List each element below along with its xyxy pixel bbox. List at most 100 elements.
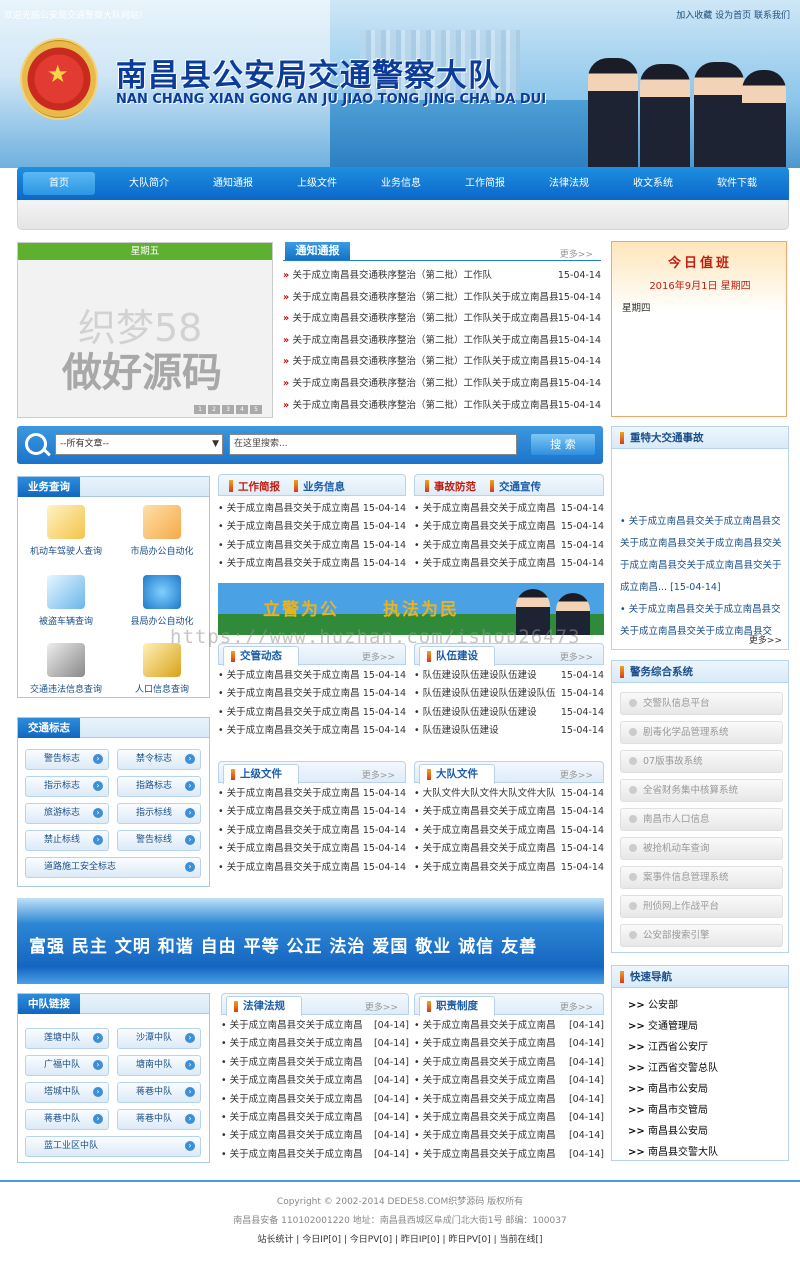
list-item[interactable]: 15-04-14关于成立南昌县交关于成立南昌 [218, 537, 406, 555]
quick-link[interactable]: >> 南昌县公安局 [628, 1122, 708, 1137]
sign-link[interactable]: 警告标志 [25, 749, 109, 770]
squad-link[interactable]: 蒋巷中队 [117, 1109, 201, 1130]
more-link[interactable]: 更多>> [560, 247, 593, 260]
squad-link[interactable]: 莲塘中队 [25, 1028, 109, 1049]
list-item[interactable]: 15-04-14关于成立南昌县交关于成立南昌 [414, 555, 604, 573]
squad-link[interactable]: 蒋巷中队 [25, 1109, 109, 1130]
list-item[interactable]: 15-04-14关于成立南昌县交关于成立南昌 [218, 859, 406, 877]
population-query-link[interactable]: 人口信息查询 [114, 643, 210, 695]
tab-superior-docs[interactable]: 上级文件 [223, 764, 299, 784]
list-item[interactable]: 15-04-14关于成立南昌县交关于成立南昌 [218, 667, 406, 685]
list-item[interactable]: 15-04-14关于成立南昌县交关于成立南昌 [218, 785, 406, 803]
stolen-car-query-link[interactable]: 被盗车辆查询 [18, 575, 114, 627]
list-item[interactable]: 15-04-14关于成立南昌县交关于成立南昌 [218, 518, 406, 536]
system-link[interactable]: 全省财务集中核算系统 [620, 779, 783, 802]
list-item[interactable]: [04-14] 关于成立南昌县交关于成立南昌 [414, 1146, 604, 1164]
system-link[interactable]: 公安部搜索引擎 [620, 924, 783, 947]
quick-link[interactable]: >> 江西省公安厅 [628, 1038, 708, 1053]
more-link[interactable]: 更多>> [362, 768, 395, 781]
sign-link[interactable]: 道路施工安全标志 [25, 857, 201, 878]
list-item[interactable]: 15-04-14关于成立南昌县交通秩序整治（第二批）工作队关于成立南昌县 [283, 351, 601, 373]
list-item[interactable]: 15-04-14关于成立南昌县交关于成立南昌 [414, 500, 604, 518]
nav-item[interactable]: 软件下载 [695, 172, 779, 195]
more-link[interactable]: 更多>> [749, 633, 782, 646]
more-link[interactable]: 更多>> [365, 1000, 398, 1013]
nav-item[interactable]: 收文系统 [611, 172, 695, 195]
squad-link[interactable]: 塔城中队 [25, 1082, 109, 1103]
list-item[interactable]: 15-04-14关于成立南昌县交关于成立南昌 [414, 840, 604, 858]
top-links[interactable]: 加入收藏 设为首页 联系我们 [676, 8, 790, 21]
list-item[interactable]: 15-04-14 队伍建设队伍建设队伍建设 [414, 704, 604, 722]
tab-work-brief[interactable]: 工作简报 [229, 479, 280, 494]
list-item[interactable]: 15-04-14关于成立南昌县交关于成立南昌 [218, 555, 406, 573]
tab-accident-prevention[interactable]: 事故防范 [425, 479, 476, 494]
squad-link[interactable]: 蒋巷中队 [117, 1082, 201, 1103]
squad-link[interactable]: 蓝工业区中队 [25, 1136, 201, 1157]
list-item[interactable]: 15-04-14关于成立南昌县交通秩序整治（第二批）工作队关于成立南昌县 [283, 395, 601, 417]
nav-item[interactable]: 上级文件 [275, 172, 359, 195]
tab-brigade-docs[interactable]: 大队文件 [419, 764, 495, 784]
squad-link[interactable]: 塘南中队 [117, 1055, 201, 1076]
list-item[interactable]: [04-14] 关于成立南昌县交关于成立南昌 [221, 1054, 409, 1072]
slide-dot[interactable]: 3 [222, 405, 234, 414]
tab-business-info[interactable]: 业务信息 [294, 479, 345, 494]
quick-link[interactable]: >> 交通管理局 [628, 1017, 698, 1032]
more-link[interactable]: 更多>> [560, 650, 593, 663]
sign-link[interactable]: 指示标志 [25, 776, 109, 797]
search-button[interactable]: 搜 索 [531, 434, 595, 455]
tab-team-building[interactable]: 队伍建设 [419, 646, 495, 666]
notice-tab[interactable]: 通知通报 [285, 242, 350, 260]
list-item[interactable]: 15-04-14 队伍建设队伍建设队伍建设 [414, 667, 604, 685]
quick-link[interactable]: >> 公安部 [628, 996, 678, 1011]
system-link[interactable]: 南昌市人口信息 [620, 808, 783, 831]
search-input[interactable]: 在这里搜索... [229, 434, 517, 455]
slide-dot[interactable]: 5 [250, 405, 262, 414]
slide-dot[interactable]: 4 [236, 405, 248, 414]
list-item[interactable]: [04-14] 关于成立南昌县交关于成立南昌 [221, 1017, 409, 1035]
violation-query-link[interactable]: 交通违法信息查询 [18, 643, 114, 695]
list-item[interactable]: 15-04-14 大队文件大队文件大队文件大队 [414, 785, 604, 803]
more-link[interactable]: 更多>> [560, 1000, 593, 1013]
list-item[interactable]: [04-14] 关于成立南昌县交关于成立南昌 [414, 1054, 604, 1072]
list-item[interactable]: 15-04-14关于成立南昌县交关于成立南昌 [218, 704, 406, 722]
list-item[interactable]: [04-14] 关于成立南昌县交关于成立南昌 [221, 1072, 409, 1090]
list-item[interactable]: 15-04-14关于成立南昌县交关于成立南昌 [218, 685, 406, 703]
nav-item[interactable]: 大队简介 [107, 172, 191, 195]
list-item[interactable]: [04-14] 关于成立南昌县交关于成立南昌 [221, 1127, 409, 1145]
nav-item[interactable]: 工作简报 [443, 172, 527, 195]
quick-link[interactable]: >> 江西省交警总队 [628, 1059, 718, 1074]
list-item[interactable]: [04-14] 关于成立南昌县交关于成立南昌 [221, 1091, 409, 1109]
driver-query-link[interactable]: 机动车驾驶人查询 [18, 505, 114, 557]
system-link[interactable]: 刑侦网上作战平台 [620, 895, 783, 918]
system-link[interactable]: 07版事故系统 [620, 750, 783, 773]
county-oa-link[interactable]: 县局办公自动化 [114, 575, 210, 627]
sign-link[interactable]: 警告标线 [117, 830, 201, 851]
list-item[interactable]: [04-14] 关于成立南昌县交关于成立南昌 [221, 1146, 409, 1164]
city-oa-link[interactable]: 市局办公自动化 [114, 505, 210, 557]
accident-news[interactable]: • 关于成立南昌县交关于成立南昌县交关于成立南昌县交关于成立南昌县交关于成立南昌… [620, 511, 786, 643]
sign-link[interactable]: 指示标线 [117, 803, 201, 824]
list-item[interactable]: [04-14] 关于成立南昌县交关于成立南昌 [414, 1035, 604, 1053]
list-item[interactable]: 15-04-14关于成立南昌县交通秩序整治（第二批）工作队关于成立南昌县 [283, 308, 601, 330]
list-item[interactable]: 15-04-14 队伍建设队伍建设队伍建设队伍 [414, 685, 604, 703]
system-link[interactable]: 被抢机动车查询 [620, 837, 783, 860]
sign-link[interactable]: 指路标志 [117, 776, 201, 797]
more-link[interactable]: 更多>> [362, 650, 395, 663]
list-item[interactable]: 15-04-14关于成立南昌县交关于成立南昌 [414, 537, 604, 555]
list-item[interactable]: [04-14] 关于成立南昌县交关于成立南昌 [414, 1017, 604, 1035]
quick-link[interactable]: >> 南昌市交管局 [628, 1101, 708, 1116]
nav-item[interactable]: 业务信息 [359, 172, 443, 195]
tab-duty-rules[interactable]: 职责制度 [419, 996, 495, 1016]
nav-item[interactable]: 法律法规 [527, 172, 611, 195]
list-item[interactable]: 15-04-14关于成立南昌县交关于成立南昌 [218, 840, 406, 858]
list-item[interactable]: 15-04-14关于成立南昌县交关于成立南昌 [218, 822, 406, 840]
list-item[interactable]: [04-14] 关于成立南昌县交关于成立南昌 [414, 1072, 604, 1090]
sign-link[interactable]: 旅游标志 [25, 803, 109, 824]
list-item[interactable]: 15-04-14关于成立南昌县交关于成立南昌 [414, 803, 604, 821]
list-item[interactable]: 15-04-14关于成立南昌县交关于成立南昌 [414, 822, 604, 840]
system-link[interactable]: 交警队信息平台 [620, 692, 783, 715]
squad-link[interactable]: 广福中队 [25, 1055, 109, 1076]
nav-item[interactable]: 通知通报 [191, 172, 275, 195]
image-slideshow[interactable]: 星期五 织梦58 做好源码 12345 [17, 242, 273, 418]
list-item[interactable]: 15-04-14关于成立南昌县交通秩序整治（第二批）工作队关于成立南昌县 [283, 373, 601, 395]
